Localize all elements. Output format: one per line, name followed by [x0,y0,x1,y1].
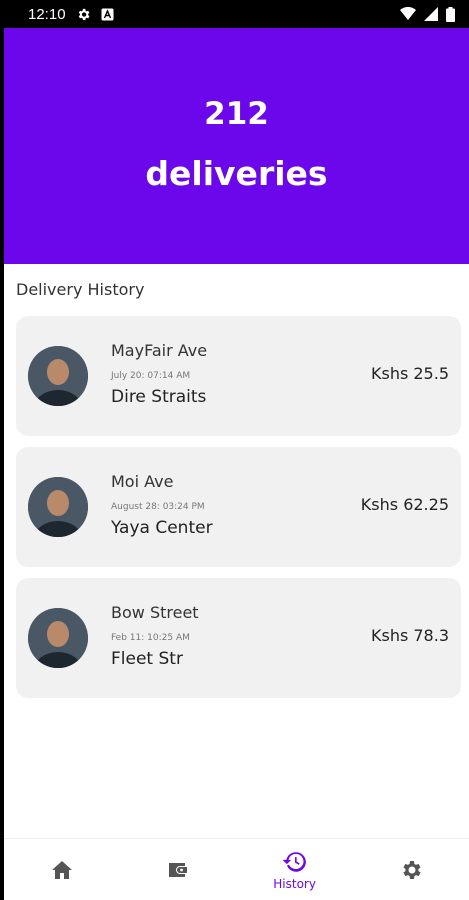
nav-history[interactable]: History [237,839,353,900]
section-title: Delivery History [16,280,145,299]
battery-icon [446,6,455,22]
wifi-icon [400,7,416,20]
delivery-street: MayFair Ave [111,341,208,360]
avatar [28,477,88,537]
delivery-summary-header: 212 deliveries [4,28,469,264]
status-time: 12:10 [28,5,66,23]
nav-home[interactable] [4,839,120,900]
delivery-price: Kshs 25.5 [370,364,449,383]
delivery-card[interactable]: MayFair Ave July 20: 07:14 AM Dire Strai… [16,316,461,436]
delivery-street: Bow Street [111,603,199,622]
delivery-place: Fleet Str [111,649,183,669]
wallet-icon [169,862,188,877]
delivery-list: MayFair Ave July 20: 07:14 AM Dire Strai… [4,316,469,698]
bottom-navigation: History [4,838,469,900]
avatar [28,608,88,668]
delivery-place: Yaya Center [111,518,213,538]
delivery-place: Dire Straits [111,387,207,407]
delivery-count: 212 [204,95,269,132]
delivery-price: Kshs 62.25 [360,495,449,514]
delivery-price: Kshs 78.3 [370,626,449,645]
a-status-icon [101,8,114,20]
gear-icon [403,860,421,879]
home-icon [52,860,73,879]
delivery-count-label: deliveries [145,153,328,193]
status-bar: 12:10 [4,0,469,28]
settings-status-icon [78,8,90,20]
nav-history-label: History [273,876,316,891]
history-icon [282,851,306,872]
delivery-card[interactable]: Bow Street Feb 11: 10:25 AM Fleet Str Ks… [16,578,461,698]
app-screen: 12:10 212 deliveries Delivery History Ma… [4,0,469,900]
delivery-timestamp: August 28: 03:24 PM [111,502,205,512]
nav-settings[interactable] [353,839,469,900]
delivery-card[interactable]: Moi Ave August 28: 03:24 PM Yaya Center … [16,447,461,567]
delivery-timestamp: July 20: 07:14 AM [111,371,191,381]
avatar [28,346,88,406]
nav-wallet[interactable] [120,839,236,900]
signal-icon [424,7,438,21]
delivery-street: Moi Ave [111,472,174,491]
delivery-timestamp: Feb 11: 10:25 AM [111,633,190,643]
